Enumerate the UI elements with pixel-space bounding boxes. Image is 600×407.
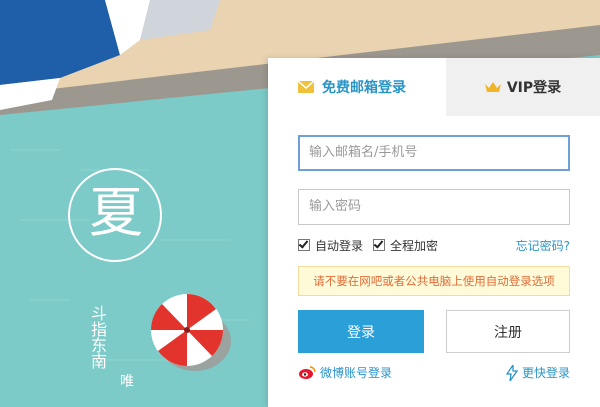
auto-login-checkbox[interactable] — [298, 239, 310, 251]
vertical-poem-text-2: 唯 — [120, 374, 134, 390]
tab-email-login[interactable]: 免费邮箱登录 — [268, 58, 446, 116]
encrypt-checkbox[interactable] — [373, 239, 386, 251]
tab-vip-label: VIP登录 — [506, 80, 562, 96]
auto-login-label[interactable]: 自动登录 — [315, 237, 363, 254]
encrypt-label[interactable]: 全程加密 — [390, 237, 438, 254]
weibo-login-label: 微博账号登录 — [320, 366, 393, 380]
login-panel: 免费邮箱登录 VIP登录 输入邮箱名/手机号 输入密码 自动登录 全程加密 忘记… — [268, 58, 600, 407]
login-button[interactable]: 登录 — [298, 310, 424, 353]
envelope-icon — [298, 81, 314, 93]
weibo-login-link[interactable]: 微博账号登录 — [298, 364, 392, 381]
forgot-password-link[interactable]: 忘记密码? — [516, 237, 570, 254]
account-input[interactable]: 输入邮箱名/手机号 — [298, 135, 570, 171]
faster-login-label: 更快登录 — [521, 366, 570, 380]
auto-login-warning: 请不要在网吧或者公共电脑上使用自动登录选项 — [298, 266, 570, 296]
password-input[interactable]: 输入密码 — [298, 189, 570, 225]
crown-icon — [484, 82, 501, 92]
weibo-icon — [299, 366, 316, 379]
faster-login-link[interactable]: 更快登录 — [505, 364, 570, 381]
tab-vip-login[interactable]: VIP登录 — [446, 58, 600, 116]
login-options: 自动登录 全程加密 忘记密码? — [298, 236, 570, 254]
badge-character: 夏 — [89, 181, 143, 244]
vertical-poem-text: 斗指东南 — [88, 305, 107, 369]
alt-login-row: 微博账号登录 更快登录 — [298, 364, 570, 384]
tab-email-label: 免费邮箱登录 — [322, 80, 406, 96]
lightning-icon — [505, 364, 518, 381]
tab-bar: 免费邮箱登录 VIP登录 — [268, 58, 600, 116]
register-button[interactable]: 注册 — [446, 310, 570, 353]
